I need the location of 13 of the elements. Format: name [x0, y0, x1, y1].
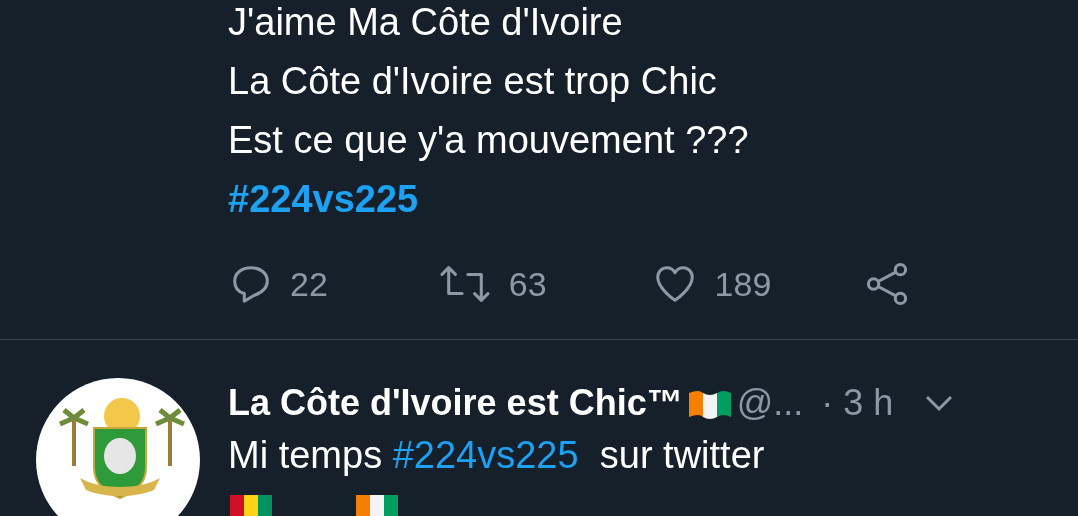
tweet-text: Est ce que y'a mouvement ???: [228, 118, 750, 163]
action-count: 189: [714, 264, 772, 304]
tweet-text: J'aime Ma Côte d'Ivoire: [228, 0, 624, 45]
tweet-text: Mi temps #224vs225 sur twitter: [228, 434, 766, 477]
hashtag-link[interactable]: #224vs225: [392, 434, 579, 476]
action-count: 22: [290, 264, 328, 304]
user-handle[interactable]: @...: [736, 382, 804, 424]
tweet-text: La Côte d'Ivoire est trop Chic: [228, 59, 718, 104]
hashtag-link[interactable]: #224vs225: [228, 170, 1078, 229]
action-count: 63: [508, 264, 547, 304]
avatar-emblem[interactable]: [36, 378, 200, 516]
timestamp: · 3 h: [821, 382, 894, 424]
display-name[interactable]: La Côte d'Ivoire est Chic™: [228, 382, 683, 424]
